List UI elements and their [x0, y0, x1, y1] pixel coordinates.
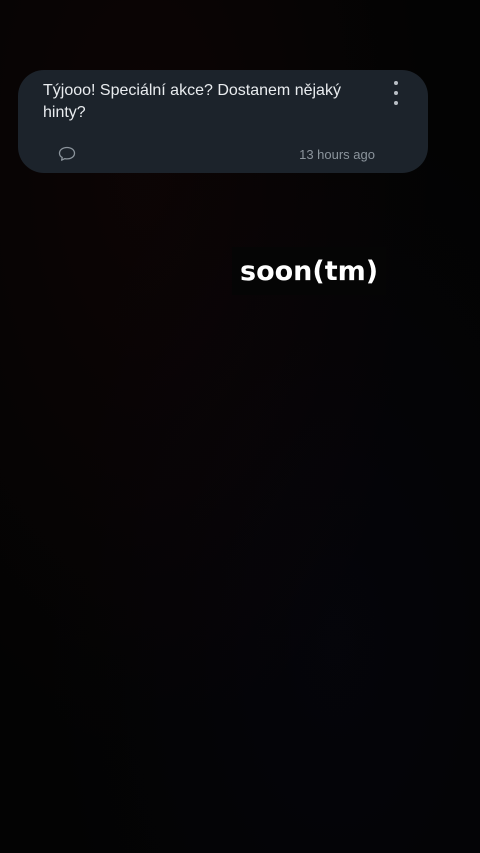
overlay-caption: soon(tm) [232, 247, 387, 295]
speech-bubble-icon[interactable] [58, 146, 76, 162]
comment-timestamp: 13 hours ago [299, 147, 375, 162]
more-vertical-icon-dot [394, 101, 398, 105]
more-options-button[interactable] [386, 81, 406, 105]
more-vertical-icon-dot [394, 91, 398, 95]
comment-card: Týjooo! Speciální akce? Dostanem nějaký … [18, 70, 428, 173]
more-vertical-icon [394, 81, 398, 85]
comment-text: Týjooo! Speciální akce? Dostanem nějaký … [43, 82, 341, 121]
